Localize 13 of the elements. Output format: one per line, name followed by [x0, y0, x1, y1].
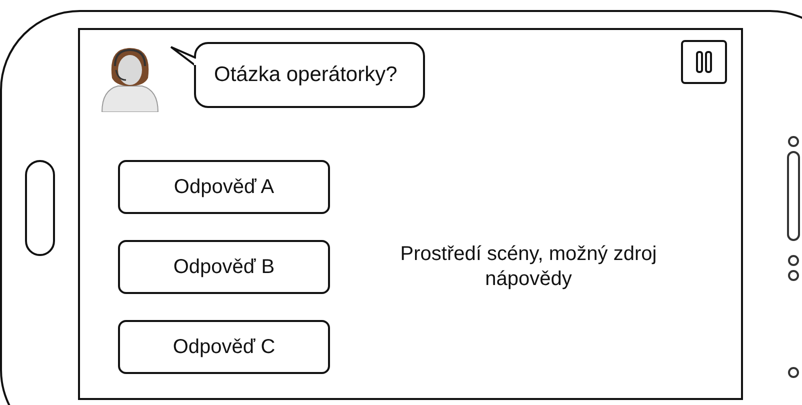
home-button[interactable] [25, 160, 55, 256]
answer-button[interactable]: Odpověď B [118, 240, 330, 294]
side-dot [788, 367, 799, 378]
volume-button[interactable] [787, 151, 800, 241]
answer-button[interactable]: Odpověď A [118, 160, 330, 214]
side-dot [788, 255, 799, 266]
pause-button[interactable] [681, 40, 727, 84]
side-dot [788, 270, 799, 281]
speech-bubble: Otázka operátorky? [194, 42, 426, 108]
scene-description: Prostředí scény, možný zdroj nápovědy [399, 242, 658, 292]
answer-button[interactable]: Odpověď C [118, 320, 330, 374]
pause-icon [695, 50, 713, 74]
side-dot [788, 136, 799, 147]
